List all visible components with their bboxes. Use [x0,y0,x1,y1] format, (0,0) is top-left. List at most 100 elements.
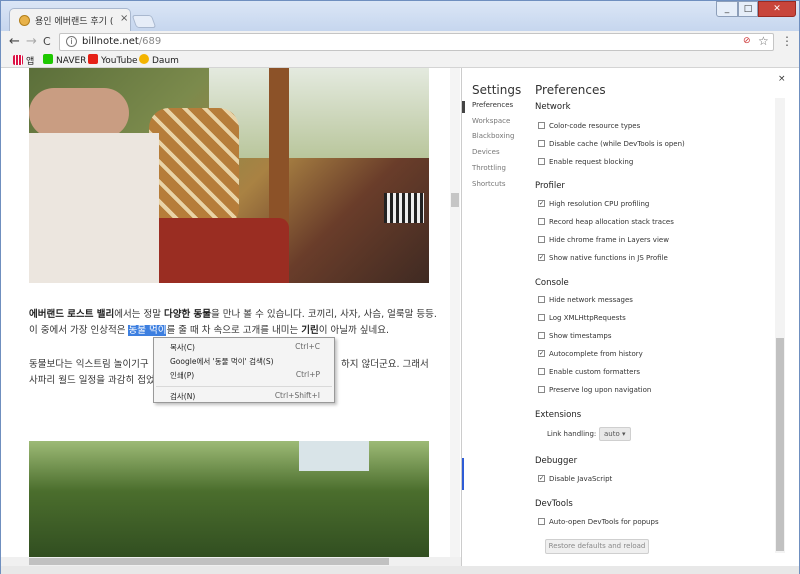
title-bar: 용인 에버랜드 후기 (로스 × _ □ ✕ [1,1,799,32]
bookmark-label: 앱 [26,57,35,67]
menu-shortcut: Ctrl+C [295,342,320,351]
option-label: Disable JavaScript [549,475,613,483]
panel-edge [462,458,464,490]
link-handling-select[interactable]: auto ▾ [599,427,631,441]
scrollbar-thumb[interactable] [451,193,459,207]
devtools-scrollbar[interactable] [775,98,785,553]
menu-item-copy[interactable]: 복사(C) [170,342,195,353]
info-icon[interactable]: i [66,36,77,47]
checkbox[interactable] [538,122,545,129]
tab-devices[interactable]: Devices [472,148,500,156]
photo-zebra [384,193,424,223]
menu-item-google-search[interactable]: Google에서 '동물 먹이' 검색(S) [170,356,274,367]
option-autocomplete[interactable]: ✓ Autocomplete from history [538,350,643,358]
option-heap-traces[interactable]: Record heap allocation stack traces [538,218,674,226]
option-label: Autocomplete from history [549,350,643,358]
option-custom-formatters[interactable]: Enable custom formatters [538,368,641,376]
forward-icon[interactable]: → [26,34,37,49]
option-label: Auto-open DevTools for popups [549,518,659,526]
browser-tab[interactable]: 용인 에버랜드 후기 (로스 × [9,8,131,32]
checkbox[interactable] [538,296,545,303]
option-native-functions[interactable]: ✓ Show native functions in JS Profile [538,254,668,262]
menu-item-print[interactable]: 인쇄(P) [170,370,194,381]
translate-icon[interactable]: ⊘ [743,36,751,46]
option-label: Color-code resource types [549,122,641,130]
close-window-button[interactable]: ✕ [758,1,796,17]
tab-preferences[interactable]: Preferences [472,101,513,109]
bookmark-naver[interactable]: NAVER [43,54,86,66]
checkbox-checked[interactable]: ✓ [538,200,545,207]
tab-blackboxing[interactable]: Blackboxing [472,132,514,140]
option-disable-cache[interactable]: Disable cache (while DevTools is open) [538,140,685,148]
page-horizontal-scrollbar[interactable] [1,557,461,566]
option-auto-open-devtools[interactable]: Auto-open DevTools for popups [538,518,659,526]
option-label: Show timestamps [549,332,612,340]
devtools-close-icon[interactable]: × [778,74,786,84]
checkbox[interactable] [538,314,545,321]
bookmark-apps[interactable]: 앱 [13,54,34,67]
chevron-down-icon: ▾ [622,430,626,438]
option-preserve-log[interactable]: Preserve log upon navigation [538,386,651,394]
option-label: Enable custom formatters [549,368,641,376]
section-profiler: Profiler [535,181,565,191]
option-disable-javascript[interactable]: ✓ Disable JavaScript [538,475,613,483]
tab-close-icon[interactable]: × [120,13,128,24]
tab-workspace[interactable]: Workspace [472,117,510,125]
option-hide-chrome-frame[interactable]: Hide chrome frame in Layers view [538,236,669,244]
url-path: /689 [138,36,162,47]
checkbox[interactable] [538,218,545,225]
menu-item-inspect[interactable]: 검사(N) [170,391,195,402]
bold-text: 기린 [301,325,319,336]
option-timestamps[interactable]: Show timestamps [538,332,612,340]
text-span: 이 아닐까 싶네요. [318,325,389,336]
photo-sky [299,441,369,471]
page-scrollbar[interactable] [450,68,460,558]
naver-icon [43,54,53,64]
minimize-button[interactable]: _ [716,1,738,17]
scrollbar-thumb[interactable] [776,338,784,551]
section-devtools: DevTools [535,499,573,509]
checkbox-checked[interactable]: ✓ [538,254,545,261]
scrollbar-thumb[interactable] [29,558,389,565]
bookmark-daum[interactable]: Daum [139,54,179,66]
checkbox[interactable] [538,236,545,243]
checkbox[interactable] [538,386,545,393]
option-label: Enable request blocking [549,158,634,166]
checkbox[interactable] [538,158,545,165]
option-label: Show native functions in JS Profile [549,254,668,262]
checkbox[interactable] [538,368,545,375]
text-span: 사파리 월드 일정을 과감히 접었 [29,375,155,386]
chrome-menu-icon[interactable]: ⋮ [781,34,793,48]
checkbox[interactable] [538,518,545,525]
back-icon[interactable]: ← [9,34,20,49]
bookmark-youtube[interactable]: YouTube [88,54,138,66]
selected-text: 동물 먹이 [128,325,167,336]
photo-arm [29,88,129,138]
photo-shirt [29,133,159,283]
option-request-blocking[interactable]: Enable request blocking [538,158,634,166]
bookmark-star-icon[interactable]: ☆ [758,34,769,48]
text-span: 이 중에서 가장 인상적은 [29,325,129,336]
restore-defaults-button[interactable]: Restore defaults and reload [545,539,649,554]
option-color-code[interactable]: Color-code resource types [538,122,641,130]
maximize-button[interactable]: □ [738,1,758,17]
new-tab-button[interactable] [131,15,157,28]
checkbox[interactable] [538,140,545,147]
option-label: Record heap allocation stack traces [549,218,674,226]
checkbox-checked[interactable]: ✓ [538,350,545,357]
bookmark-label: Daum [152,56,179,66]
giraffe-photo [29,68,429,283]
reload-icon[interactable]: C [43,35,51,48]
trees-photo [29,441,429,566]
photo-sky [209,68,429,158]
checkbox[interactable] [538,332,545,339]
checkbox-checked[interactable]: ✓ [538,475,545,482]
bold-text: 에버랜드 로스트 밸리 [29,309,115,320]
address-bar[interactable]: i billnote.net/689 ⊘ ☆ [59,33,774,51]
option-high-res-cpu[interactable]: ✓ High resolution CPU profiling [538,200,650,208]
tab-throttling[interactable]: Throttling [472,164,506,172]
tab-shortcuts[interactable]: Shortcuts [472,180,505,188]
option-label: High resolution CPU profiling [549,200,650,208]
option-log-xhr[interactable]: Log XMLHttpRequests [538,314,626,322]
option-hide-network-messages[interactable]: Hide network messages [538,296,633,304]
